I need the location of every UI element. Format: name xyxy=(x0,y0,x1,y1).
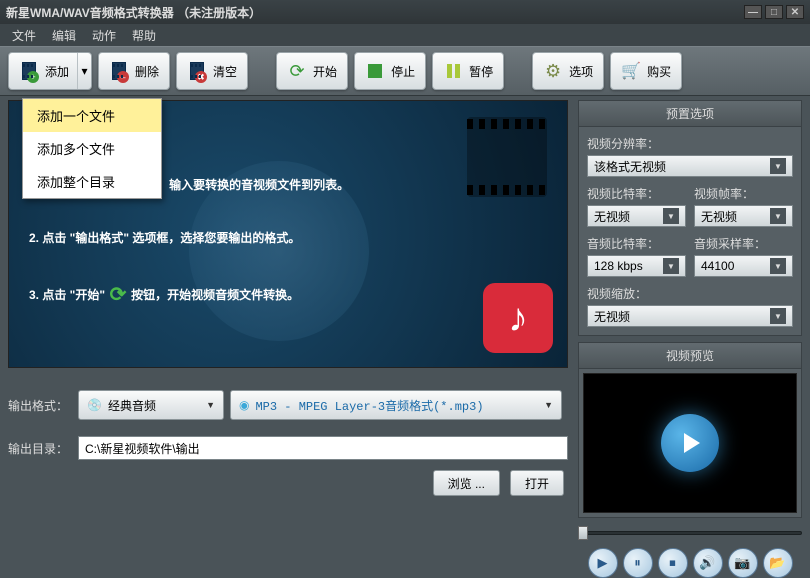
output-format-label: 输出格式： xyxy=(8,397,78,414)
cart-icon: 🛒 xyxy=(621,61,641,81)
start-button[interactable]: ⟳ 开始 xyxy=(276,52,348,90)
film-delete-icon: – xyxy=(109,61,129,81)
gear-icon: ⚙ xyxy=(543,61,563,81)
zoom-label: 视频缩放： xyxy=(587,285,793,302)
menu-edit[interactable]: 编辑 xyxy=(44,25,84,46)
zoom-select[interactable]: 无视频▼ xyxy=(587,305,793,327)
stop-icon xyxy=(365,61,385,81)
video-bitrate-label: 视频比特率： xyxy=(587,185,686,202)
video-fps-label: 视频帧率： xyxy=(694,185,793,202)
pause-button[interactable]: ⏸ xyxy=(623,548,653,578)
disc-icon: 💿 xyxy=(87,398,102,412)
stop-button[interactable]: 停止 xyxy=(354,52,426,90)
toolbar: + 添加 ▾ – 删除 ✖ 清空 ⟳ 开始 停止 暂停 ⚙ 选项 🛒 购买 xyxy=(0,46,810,96)
audio-sample-label: 音频采样率： xyxy=(694,235,793,252)
clear-button[interactable]: ✖ 清空 xyxy=(176,52,248,90)
step-2-text: 2. 点击 "输出格式" 选项框，选择您要输出的格式。 xyxy=(29,229,300,246)
music-note-icon: ♪ xyxy=(508,296,528,341)
pause-button[interactable]: 暂停 xyxy=(432,52,504,90)
menu-add-folder[interactable]: 添加整个目录 xyxy=(23,165,161,198)
pause-icon xyxy=(443,61,463,81)
category-combo[interactable]: 💿 经典音频 ▼ xyxy=(78,390,224,420)
video-preview-area xyxy=(583,373,797,513)
format-icon: ◉ xyxy=(239,398,249,412)
open-button[interactable]: 打开 xyxy=(510,470,564,496)
audio-bitrate-select[interactable]: 128 kbps▼ xyxy=(587,255,686,277)
add-dropdown-arrow[interactable]: ▾ xyxy=(77,53,91,89)
chevron-down-icon: ▼ xyxy=(544,400,553,410)
video-preview-title: 视频预览 xyxy=(578,342,802,368)
maximize-button[interactable]: □ xyxy=(765,5,783,19)
app-title: 新星WMA/WAV音频格式转换器 （未注册版本） xyxy=(6,4,261,21)
step-3-text: 3. 点击 "开始" ⟳ 按钮，开始视频音频文件转换。 xyxy=(29,283,299,305)
audio-sample-select[interactable]: 44100▼ xyxy=(694,255,793,277)
output-dir-input[interactable] xyxy=(78,436,568,460)
volume-button[interactable]: 🔊 xyxy=(693,548,723,578)
menu-add-single[interactable]: 添加一个文件 xyxy=(23,99,161,132)
play-overlay-icon xyxy=(661,414,719,472)
audio-bitrate-label: 音频比特率： xyxy=(587,235,686,252)
format-combo[interactable]: ◉ MP3 - MPEG Layer-3音频格式(*.mp3) ▼ xyxy=(230,390,562,420)
preset-panel-title: 预置选项 xyxy=(578,100,802,126)
options-button[interactable]: ⚙ 选项 xyxy=(532,52,604,90)
open-folder-button[interactable]: 📂 xyxy=(763,548,793,578)
chevron-down-icon: ▼ xyxy=(206,400,215,410)
output-dir-label: 输出目录： xyxy=(8,440,78,457)
video-preview-panel xyxy=(578,368,802,518)
film-clear-icon: ✖ xyxy=(187,61,207,81)
refresh-icon: ⟳ xyxy=(287,61,307,81)
browse-button[interactable]: 浏览 ... xyxy=(433,470,500,496)
music-app-icon: ♪ xyxy=(483,283,553,353)
minimize-button[interactable]: — xyxy=(744,5,762,19)
video-bitrate-select[interactable]: 无视频▼ xyxy=(587,205,686,227)
resolution-select[interactable]: 该格式无视频▼ xyxy=(587,155,793,177)
menu-bar: 文件 编辑 动作 帮助 xyxy=(0,24,810,46)
filmstrip-graphic xyxy=(467,117,547,197)
seek-slider[interactable] xyxy=(578,526,802,540)
film-add-icon: + xyxy=(19,61,39,81)
video-fps-select[interactable]: 无视频▼ xyxy=(694,205,793,227)
preset-panel: 视频分辨率： 该格式无视频▼ 视频比特率： 无视频▼ 视频帧率： 无视频▼ 音频… xyxy=(578,126,802,336)
resolution-label: 视频分辨率： xyxy=(587,135,793,152)
stop-button[interactable]: ⏹ xyxy=(658,548,688,578)
add-dropdown-menu: 添加一个文件 添加多个文件 添加整个目录 xyxy=(22,98,162,199)
snapshot-button[interactable]: 📷 xyxy=(728,548,758,578)
play-button[interactable]: ▶ xyxy=(588,548,618,578)
delete-button[interactable]: – 删除 xyxy=(98,52,170,90)
menu-help[interactable]: 帮助 xyxy=(124,25,164,46)
refresh-icon: ⟳ xyxy=(107,283,129,305)
menu-add-multi[interactable]: 添加多个文件 xyxy=(23,132,161,165)
buy-button[interactable]: 🛒 购买 xyxy=(610,52,682,90)
playback-controls: ▶ ⏸ ⏹ 🔊 📷 📂 xyxy=(578,548,802,578)
close-button[interactable]: ✕ xyxy=(786,5,804,19)
menu-action[interactable]: 动作 xyxy=(84,25,124,46)
menu-file[interactable]: 文件 xyxy=(4,25,44,46)
title-bar: 新星WMA/WAV音频格式转换器 （未注册版本） — □ ✕ xyxy=(0,0,810,24)
add-button[interactable]: + 添加 ▾ xyxy=(8,52,92,90)
